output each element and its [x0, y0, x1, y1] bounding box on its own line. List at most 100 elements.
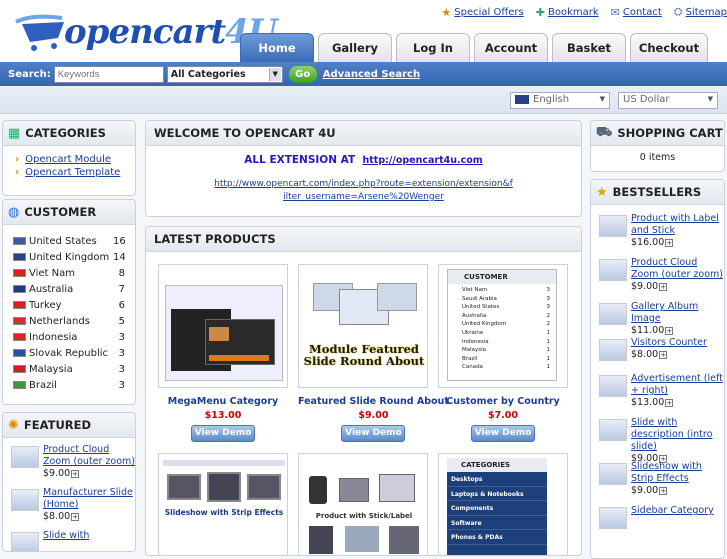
thumbnail-category-item: Software — [447, 516, 547, 530]
advanced-search-link[interactable]: Advanced Search — [323, 69, 420, 80]
view-demo-button[interactable]: View Demo — [471, 425, 535, 442]
bestseller-item[interactable]: Sidebar Category — [591, 501, 724, 537]
product-thumbnail — [599, 375, 627, 397]
product-link[interactable]: Gallery Album Image — [631, 301, 698, 324]
product-link[interactable]: Product Cloud Zoom (outer zoom) — [631, 257, 723, 280]
top-links: ★ Special Offers ✚ Bookmark ✉ Contact ⛭ Site… — [441, 5, 727, 19]
thumbnail-category-item: Phones & PDAs — [447, 530, 547, 545]
cart-icon: ⛟ — [596, 124, 613, 140]
product-link[interactable]: Manufacturer Slide (Home) — [43, 487, 133, 510]
add-to-cart-icon[interactable]: + — [71, 512, 80, 521]
thumbnail-table-row: Brazil 1 — [462, 355, 550, 362]
tab-account[interactable]: Account — [474, 33, 548, 62]
language-select[interactable]: English ▼ — [510, 92, 610, 109]
add-to-cart-icon[interactable]: + — [659, 350, 668, 359]
product-name-link[interactable]: Featured Slide Round About — [298, 396, 449, 407]
bestseller-item[interactable]: Advertisement (left + right) $13.00 + — [591, 369, 724, 413]
add-to-cart-icon[interactable]: + — [659, 282, 668, 291]
featured-item[interactable]: Product Cloud Zoom (outer zoom) $9.00 + — [3, 438, 135, 481]
add-to-cart-icon[interactable]: + — [665, 326, 674, 335]
main-nav: Home Gallery Log In Account Basket Check… — [240, 33, 708, 62]
category-item[interactable]: Opencart Template — [15, 166, 135, 179]
customer-country-row: United Kingdom 14 — [3, 249, 135, 265]
product-image[interactable] — [158, 264, 288, 388]
category-item[interactable]: Opencart Module — [15, 153, 135, 166]
currency-value: US Dollar — [623, 94, 670, 105]
uk-flag-icon — [515, 94, 529, 104]
country-flag-icon — [13, 333, 26, 341]
product-name-link[interactable]: Customer by Country — [438, 396, 568, 407]
contact-link[interactable]: ✉ Contact — [611, 5, 662, 19]
product-thumbnail — [599, 303, 627, 325]
product-link[interactable]: Sidebar Category — [631, 505, 714, 516]
product-image[interactable]: CATEGORIES Desktops Laptops & Notebooks Co… — [438, 453, 568, 555]
category-select[interactable]: All Categories ▼ — [166, 65, 283, 83]
bestseller-item[interactable]: Product Cloud Zoom (outer zoom) $9.00 + — [591, 253, 724, 297]
product-link[interactable]: Product Cloud Zoom (outer zoom) — [43, 444, 135, 467]
product-card: CUSTOMER Viet Nam 3 Saudi Arabia 3 United St… — [438, 264, 568, 442]
product-thumbnail — [11, 532, 39, 551]
product-price: $9.00 — [43, 468, 71, 479]
product-image[interactable]: Slideshow with Strip Effects — [158, 453, 288, 555]
welcome-box: WELCOME TO OPENCART 4U ALL EXTENSION AT … — [145, 120, 582, 217]
product-image[interactable]: Module Featured Slide Round About — [298, 264, 428, 388]
product-image[interactable]: CUSTOMER Viet Nam 3 Saudi Arabia 3 United St… — [438, 264, 568, 388]
view-demo-button[interactable]: View Demo — [191, 425, 255, 442]
chevron-down-icon: ▼ — [707, 95, 713, 103]
welcome-headline: ALL EXTENSION AT http://opencart4u.com — [244, 154, 483, 166]
country-name: Netherlands — [29, 315, 90, 327]
featured-item[interactable]: Manufacturer Slide (Home) $8.00 + — [3, 481, 135, 524]
product-image[interactable]: Product with Stick/Label — [298, 453, 428, 555]
bookmark-link[interactable]: ✚ Bookmark — [536, 5, 599, 19]
search-input[interactable] — [53, 65, 164, 83]
country-count: 3 — [118, 363, 125, 375]
extension-url-link[interactable]: http://www.opencart.com/index.php?route=… — [214, 178, 514, 204]
add-to-cart-icon[interactable]: + — [665, 398, 674, 407]
mail-icon: ✉ — [610, 5, 620, 19]
site-logo[interactable]: opencart4U — [12, 8, 277, 52]
locale-bar: English ▼ US Dollar ▼ — [0, 86, 727, 114]
product-link[interactable]: Slide with description (intro slide) — [631, 417, 712, 452]
go-button[interactable]: Go — [288, 65, 317, 83]
bestseller-item[interactable]: Slide with description (intro slide) $9.0… — [591, 413, 724, 464]
customer-header: ◍ CUSTOMER — [3, 200, 135, 225]
bestseller-item[interactable]: Product with Label and Stick $16.00 + — [591, 209, 724, 253]
opencart4u-link[interactable]: http://opencart4u.com — [362, 155, 482, 166]
tab-login[interactable]: Log In — [396, 33, 470, 62]
product-name-link[interactable]: MegaMenu Category — [158, 396, 288, 407]
special-offers-link[interactable]: ★ Special Offers — [441, 5, 523, 19]
tab-checkout[interactable]: Checkout — [630, 33, 708, 62]
featured-item[interactable]: Slide with — [3, 524, 135, 551]
tab-basket[interactable]: Basket — [552, 33, 626, 62]
add-to-cart-icon[interactable]: + — [71, 469, 80, 478]
tab-gallery[interactable]: Gallery — [318, 33, 392, 62]
bestseller-item[interactable]: Slideshow with Strip Effects $9.00 + — [591, 457, 724, 501]
featured-box: ✺ FEATURED Product Cloud Zoom (outer zoom… — [2, 412, 136, 552]
product-price: $11.00 — [631, 325, 665, 336]
bestseller-item[interactable]: Gallery Album Image $11.00 + — [591, 297, 724, 336]
product-link[interactable]: Product with Label and Stick — [631, 213, 719, 236]
latest-header: LATEST PRODUCTS — [146, 227, 581, 252]
country-flag-icon — [13, 253, 26, 261]
product-link[interactable]: Advertisement (left + right) — [631, 373, 723, 396]
add-to-cart-icon[interactable]: + — [659, 486, 668, 495]
product-link[interactable]: Slideshow with Strip Effects — [631, 461, 702, 484]
thumbnail-table-row: United Kingdom 2 — [462, 321, 550, 328]
sitemap-link[interactable]: ⛭ Sitemap — [674, 5, 727, 19]
customer-country-row: Turkey 6 — [3, 297, 135, 313]
view-demo-button[interactable]: View Demo — [341, 425, 406, 442]
tab-home[interactable]: Home — [240, 33, 314, 62]
product-price: $9.00 — [631, 485, 659, 496]
country-flag-icon — [13, 365, 26, 373]
country-count: 3 — [118, 331, 125, 343]
product-link[interactable]: Slide with — [43, 530, 89, 541]
product-card: Module Featured Slide Round About Featur… — [298, 264, 449, 442]
thumbnail-category-item: Laptops & Notebooks — [447, 487, 547, 501]
bestseller-item[interactable]: Visitors Counter $8.00 + — [591, 333, 724, 369]
country-name: Indonesia — [29, 331, 78, 343]
currency-select[interactable]: US Dollar ▼ — [618, 92, 718, 109]
add-to-cart-icon[interactable]: + — [665, 238, 674, 247]
product-thumbnail — [599, 419, 627, 441]
bestsellers-box: ★ BESTSELLERS Product with Label and Stic… — [590, 179, 725, 559]
product-link[interactable]: Visitors Counter — [631, 337, 707, 348]
